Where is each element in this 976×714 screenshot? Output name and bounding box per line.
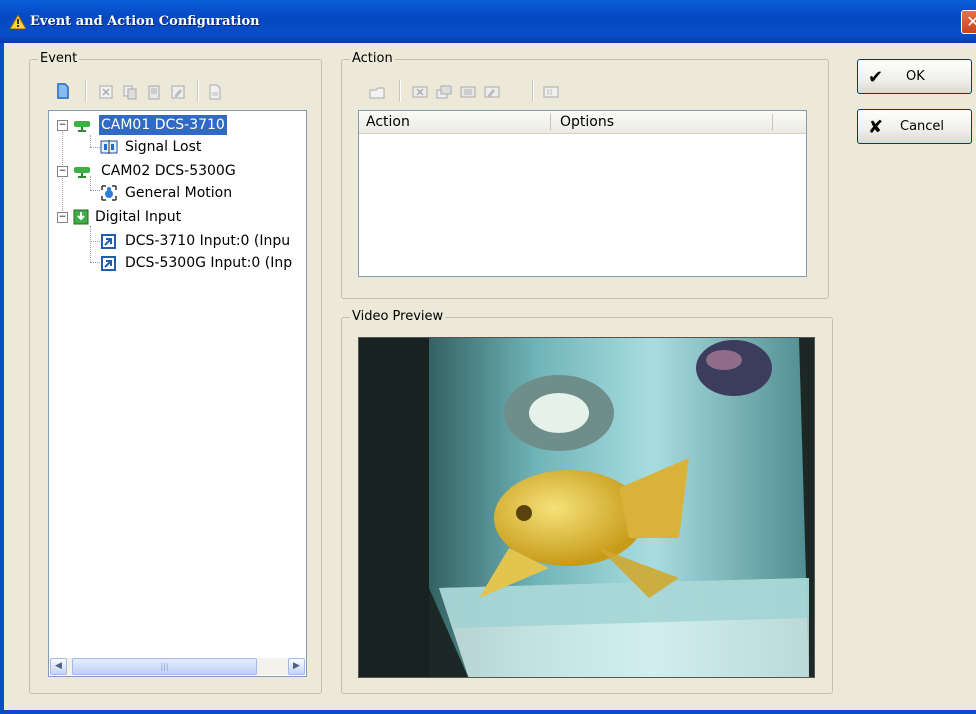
column-header-action[interactable]: Action [366,114,410,130]
dialog-window: Event and Action Configuration ✕ Event −… [0,0,976,714]
action-list[interactable]: Action Options [358,110,807,277]
tree-connector [90,262,100,264]
tree-item-label: General Motion [125,185,233,201]
action-list-header: Action Options [359,111,806,134]
tree-item-label: CAM02 DCS-5300G [101,163,236,179]
cancel-button-label: Cancel [900,119,945,134]
scrollbar-thumb[interactable]: ||| [72,658,257,675]
digital-input-icon [73,209,89,225]
horizontal-scrollbar[interactable]: ◀ ||| ▶ [50,658,305,675]
video-preview [358,337,815,678]
collapse-toggle[interactable]: − [57,120,68,131]
edit-icon[interactable] [170,84,186,100]
paste-action-icon[interactable] [460,84,476,100]
window-title: Event and Action Configuration [30,14,260,29]
tree-connector [90,241,100,243]
scroll-right-button[interactable]: ▶ [288,658,305,675]
input-icon [101,256,116,271]
tree-connector [90,190,100,192]
tree-item-label: Signal Lost [125,139,202,155]
new-icon[interactable] [55,83,71,99]
delete-action-icon[interactable] [412,84,428,100]
column-divider[interactable] [772,114,773,130]
tree-item-label: CAM01 DCS-3710 [99,115,227,135]
toolbar-separator [85,80,87,102]
copy-action-icon[interactable] [436,84,452,100]
tree-item-label: DCS-5300G Input:0 (Inp [125,255,293,271]
video-preview-label: Video Preview [350,309,446,324]
copy-icon[interactable] [122,84,138,100]
column-divider[interactable] [550,114,551,130]
close-button[interactable]: ✕ [961,10,976,34]
toolbar-separator [399,80,401,102]
checkmark-icon: ✔ [868,67,884,88]
warning-icon [10,15,26,29]
scroll-left-button[interactable]: ◀ [50,658,67,675]
delete-icon[interactable] [98,84,114,100]
collapse-toggle[interactable]: − [57,166,68,177]
properties-icon[interactable] [207,84,223,100]
collapse-toggle[interactable]: − [57,212,68,223]
edit-action-icon[interactable] [484,84,500,100]
tree-item-label: Digital Input [95,209,182,225]
motion-icon [101,185,117,201]
ok-button-label: OK [906,69,925,84]
tree-connector [90,135,92,147]
event-tree[interactable]: − CAM01 DCS-3710 Signal Lost − CAM02 DCS… [48,110,307,677]
cancel-button[interactable]: ✘ Cancel [857,109,972,144]
ok-button[interactable]: ✔ OK [857,59,972,94]
signal-lost-icon [100,140,118,154]
action-group-label: Action [350,51,395,66]
paste-icon[interactable] [146,84,162,100]
cross-icon: ✘ [868,117,884,138]
properties-action-icon[interactable] [543,84,559,100]
tree-connector [90,176,92,190]
video-frame-image [359,338,814,677]
toolbar-separator [197,80,199,102]
camera-icon [74,167,90,178]
tree-connector [90,226,92,262]
input-icon [101,234,116,249]
event-group-label: Event [38,51,80,66]
camera-icon [74,121,90,132]
new-action-icon[interactable] [369,84,385,100]
tree-item-label: DCS-3710 Input:0 (Inpu [125,233,291,249]
tree-connector [90,147,100,149]
title-bar[interactable]: Event and Action Configuration ✕ [0,0,976,43]
column-header-options[interactable]: Options [560,114,614,130]
toolbar-separator [532,80,534,102]
